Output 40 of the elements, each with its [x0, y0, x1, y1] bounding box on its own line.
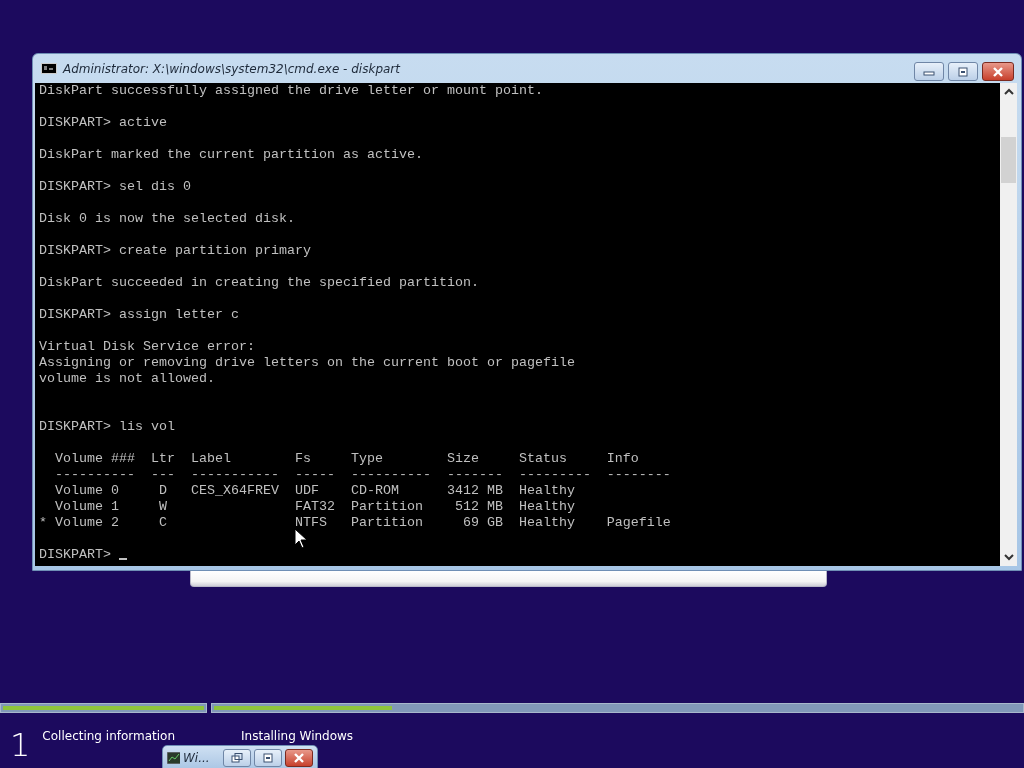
console-line: DiskPart successfully assigned the drive letter or mount point. [39, 83, 543, 98]
window-title: Wi... [183, 751, 211, 765]
restore-button[interactable] [223, 749, 252, 767]
console-line: DiskPart marked the current partition as active. [39, 147, 423, 162]
console-line: DISKPART> create partition primary [39, 243, 311, 258]
console-line: Volume ### Ltr Label Fs Type Size Status Info [54, 451, 639, 466]
close-icon [991, 66, 1005, 77]
pointer-icon [294, 528, 308, 550]
console-line: Volume 1 W FAT32 Partition 512 MB Healthy [54, 499, 575, 514]
maximize-icon [261, 753, 276, 763]
close-icon [292, 753, 306, 763]
console-line: Assigning or removing drive letters on the current boot or pagefile [39, 355, 575, 370]
console-line: volume is not allowed. [39, 371, 215, 386]
console-line: DISKPART> assign letter c [39, 307, 239, 322]
step-number: 1 [10, 727, 31, 763]
console-line: * Volume 2 C NTFS Partition 69 GB Healthy Pagefile [39, 515, 671, 530]
console-line: DISKPART> active [39, 115, 167, 130]
restore-icon [230, 753, 245, 763]
monitor-icon [167, 752, 180, 764]
console-line: DiskPart succeeded in creating the specified partition. [39, 275, 479, 290]
close-button[interactable] [285, 749, 313, 767]
maximize-button[interactable] [254, 749, 282, 767]
console-line: Volume 0 D CES_X64FREV UDF CD-ROM 3412 MB Healthy [54, 483, 575, 498]
window-title: Administrator: X:\windows\system32\cmd.exe - diskpart [63, 61, 402, 76]
terminal-icon [41, 63, 57, 74]
console-line: Virtual Disk Service error: [39, 339, 255, 354]
step-label: Collecting information [42, 729, 176, 743]
console-line: DISKPART> [39, 547, 112, 562]
step-label: Installing Windows [241, 729, 354, 743]
close-button[interactable] [982, 62, 1014, 81]
console-line: DISKPART> lis vol [39, 419, 175, 434]
console-line: DISKPART> sel dis 0 [39, 179, 191, 194]
maximize-button[interactable] [948, 62, 978, 81]
console-line: Disk 0 is now the selected disk. [39, 211, 295, 226]
maximize-icon [956, 66, 970, 77]
scrollbar-thumb[interactable] [1001, 137, 1016, 183]
console-line: ---------- --- ----------- ----- ---------- ------- --------- -------- [54, 467, 671, 482]
minimize-button[interactable] [914, 62, 944, 81]
scroll-down-icon[interactable] [1003, 553, 1014, 561]
scroll-up-icon[interactable] [1003, 88, 1014, 96]
